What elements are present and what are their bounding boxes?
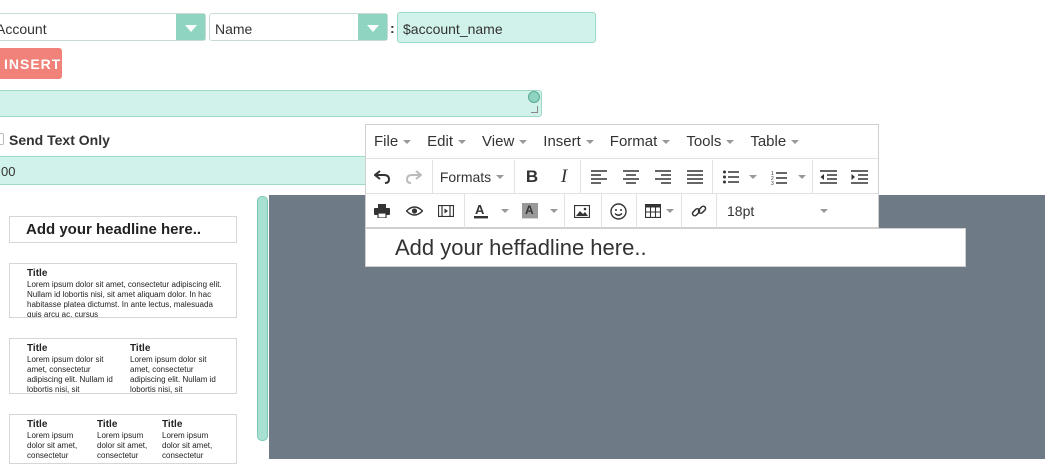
menu-label: File [374, 133, 399, 150]
menu-insert[interactable]: Insert [535, 133, 602, 150]
template-title: Title [27, 419, 48, 430]
menu-label: Format [609, 133, 658, 150]
chevron-down-icon[interactable] [798, 175, 806, 179]
chevron-down-icon [496, 175, 505, 179]
template-body: Lorem ipsum dolor sit amet, consectetur … [27, 355, 113, 394]
svg-text:A: A [525, 203, 534, 217]
menu-label: View [482, 133, 515, 150]
editor-content-text: Add your heffadline here.. [395, 235, 647, 260]
template-body: Lorem ipsum dolor sit amet, consectetur [162, 431, 213, 460]
preview-eye-icon[interactable] [403, 199, 425, 223]
chevron-down-icon [662, 139, 671, 144]
menu-label: Insert [543, 133, 581, 150]
menu-edit[interactable]: Edit [419, 133, 474, 150]
field-select[interactable]: Name [209, 13, 388, 41]
menu-view[interactable]: View [474, 133, 535, 150]
chevron-down-icon[interactable] [666, 209, 674, 213]
variable-field[interactable]: $account_name [397, 12, 596, 43]
formats-label: Formats [439, 169, 492, 185]
template-one-column[interactable]: Title Lorem ipsum dolor sit amet, consec… [9, 263, 237, 318]
chevron-down-icon[interactable] [749, 175, 757, 179]
template-title: Title [130, 343, 151, 354]
chevron-down-icon[interactable] [358, 14, 387, 40]
media-icon[interactable] [435, 199, 457, 223]
formats-dropdown[interactable]: Formats [436, 165, 508, 189]
background-color-icon[interactable]: A [519, 199, 541, 223]
template-panel-scrollbar[interactable] [257, 196, 268, 441]
align-justify-icon[interactable] [684, 165, 706, 189]
chevron-down-icon [403, 139, 412, 144]
font-size-dropdown[interactable]: 18pt [722, 199, 832, 223]
template-headline[interactable]: Add your headline here.. [9, 216, 237, 243]
bullet-list-icon[interactable] [720, 165, 742, 189]
menu-tools[interactable]: Tools [678, 133, 742, 150]
chevron-down-icon [458, 139, 467, 144]
chevron-down-icon[interactable] [176, 14, 205, 40]
template-two-column[interactable]: Title Lorem ipsum dolor sit amet, consec… [9, 338, 237, 394]
indent-icon[interactable] [848, 165, 870, 189]
chevron-down-icon[interactable] [550, 209, 558, 213]
toolbar-row-1: Formats B I 123 [366, 160, 878, 194]
align-center-icon[interactable] [620, 165, 642, 189]
template-body: Lorem ipsum dolor sit amet, consectetur … [130, 355, 216, 394]
module-select-value: Account [0, 21, 47, 37]
variable-field-value: $account_name [403, 21, 503, 37]
menu-label: Table [750, 133, 787, 150]
chevron-down-icon [519, 139, 528, 144]
colon-separator: : [390, 20, 395, 36]
menu-label: Tools [686, 133, 722, 150]
align-left-icon[interactable] [588, 165, 610, 189]
menu-label: Edit [427, 133, 454, 150]
numeric-field-value: 00 [1, 164, 16, 179]
font-size-value: 18pt [727, 203, 755, 219]
chevron-down-icon [726, 139, 735, 144]
send-text-only-checkbox[interactable] [0, 133, 4, 145]
insert-button-label: INSERT [4, 56, 62, 72]
svg-text:A: A [475, 203, 485, 217]
emoticon-icon[interactable] [607, 199, 629, 223]
chevron-down-icon [791, 139, 800, 144]
template-body: Lorem ipsum dolor sit amet, consectetur … [27, 280, 222, 318]
template-body: Lorem ipsum dolor sit amet, consectetur [27, 431, 78, 460]
chevron-down-icon[interactable] [501, 209, 509, 213]
template-title: Title [27, 343, 48, 354]
link-icon[interactable] [688, 199, 710, 223]
redo-icon[interactable] [402, 165, 426, 189]
send-text-only-label: Send Text Only [9, 132, 110, 148]
template-title: Title [27, 268, 48, 279]
italic-icon[interactable]: I [553, 165, 575, 189]
image-icon[interactable] [571, 199, 593, 223]
bold-icon[interactable]: B [521, 165, 543, 189]
outdent-icon[interactable] [817, 165, 839, 189]
numbered-list-icon[interactable]: 123 [768, 165, 790, 189]
menu-format[interactable]: Format [602, 133, 679, 150]
numeric-field[interactable]: 00 [0, 156, 379, 185]
text-color-icon[interactable]: A [470, 199, 492, 223]
editor-content[interactable]: Add your heffadline here.. [365, 228, 966, 267]
print-icon[interactable] [371, 199, 393, 223]
template-body: Lorem ipsum dolor sit amet, consectetur [97, 431, 148, 460]
svg-text:3: 3 [771, 181, 774, 185]
align-right-icon[interactable] [652, 165, 674, 189]
insert-button[interactable]: INSERT [0, 48, 62, 79]
drag-handle-icon[interactable] [528, 91, 540, 103]
field-select-value: Name [215, 21, 253, 37]
editor-menubar: File Edit View Insert Format Tools Table [366, 125, 878, 159]
template-title: Title [97, 419, 118, 430]
template-headline-text: Add your headline here.. [26, 221, 202, 238]
table-icon[interactable] [642, 199, 664, 223]
template-three-column[interactable]: Title Lorem ipsum dolor sit amet, consec… [9, 414, 237, 464]
toolbar-row-2: A A 18pt [366, 194, 878, 228]
chevron-down-icon [585, 139, 594, 144]
menu-file[interactable]: File [366, 133, 419, 150]
subject-textarea[interactable] [0, 90, 542, 117]
resize-handle-icon[interactable] [531, 106, 538, 113]
undo-icon[interactable] [370, 165, 394, 189]
module-select[interactable]: Account [0, 13, 206, 41]
menu-table[interactable]: Table [742, 133, 807, 150]
template-title: Title [162, 419, 183, 430]
chevron-down-icon [820, 209, 828, 213]
